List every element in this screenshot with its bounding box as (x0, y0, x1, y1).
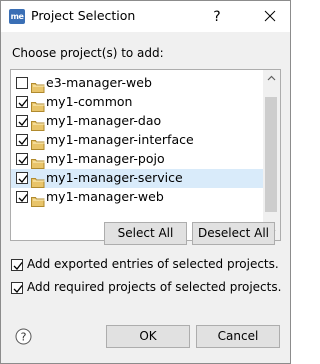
select-all-button[interactable]: Select All (104, 222, 187, 245)
project-checkbox[interactable] (16, 134, 28, 146)
window-title: Project Selection (31, 8, 136, 23)
project-checkbox[interactable] (16, 115, 28, 127)
list-item[interactable]: my1-manager-service (11, 169, 263, 188)
required-projects-checkbox[interactable] (11, 282, 23, 294)
checkmark-icon (13, 285, 23, 293)
project-name: e3-manager-web (46, 75, 152, 90)
project-name: my1-common (46, 94, 133, 109)
required-projects-label: Add required projects of selected projec… (27, 280, 282, 294)
prompt-label: Choose project(s) to add: (12, 46, 164, 60)
project-name: my1-manager-interface (46, 132, 194, 147)
list-item[interactable]: my1-manager-interface (11, 131, 263, 150)
question-mark-icon: ? (213, 9, 220, 25)
checkmark-icon (18, 118, 28, 126)
svg-text:?: ? (213, 9, 220, 25)
project-folder-icon (31, 78, 45, 93)
project-folder-icon (31, 116, 45, 131)
deselect-all-button[interactable]: Deselect All (192, 222, 275, 245)
list-item[interactable]: e3-manager-web (11, 74, 263, 93)
option-exported-entries[interactable]: Add exported entries of selected project… (11, 257, 286, 273)
project-name: my1-manager-web (46, 189, 164, 204)
help-circle-icon: ? (15, 328, 32, 345)
checkmark-icon (18, 175, 28, 183)
checkmark-icon (13, 262, 23, 270)
checkmark-icon (18, 156, 28, 164)
exported-entries-label: Add exported entries of selected project… (27, 257, 279, 271)
project-folder-icon (31, 173, 45, 188)
project-name: my1-manager-dao (46, 113, 162, 128)
chevron-up-icon (267, 75, 276, 81)
title-bar: me Project Selection ? (1, 1, 290, 32)
project-folder-icon (31, 97, 45, 112)
project-checkbox[interactable] (16, 191, 28, 203)
project-checkbox[interactable] (16, 77, 28, 89)
project-folder-icon (31, 192, 45, 207)
checkmark-icon (18, 194, 28, 202)
help-button[interactable]: ? (204, 5, 230, 27)
project-name: my1-manager-service (46, 170, 183, 185)
list-item[interactable]: my1-manager-dao (11, 112, 263, 131)
project-folder-icon (31, 154, 45, 169)
app-icon: me (9, 9, 25, 24)
project-name: my1-manager-pojo (46, 151, 165, 166)
option-required-projects[interactable]: Add required projects of selected projec… (11, 280, 286, 296)
project-selection-dialog: me Project Selection ? Choose project(s)… (0, 0, 291, 364)
vertical-scrollbar[interactable] (263, 70, 280, 240)
list-item[interactable]: my1-manager-web (11, 188, 263, 207)
project-list[interactable]: e3-manager-web my1-common my1-manager-dao m… (10, 69, 281, 241)
list-item[interactable]: my1-manager-pojo (11, 150, 263, 169)
project-folder-icon (31, 135, 45, 150)
checkmark-icon (18, 99, 28, 107)
close-icon (264, 10, 276, 22)
project-checkbox[interactable] (16, 153, 28, 165)
exported-entries-checkbox[interactable] (11, 259, 23, 271)
dialog-content: Choose project(s) to add: e3-manager-web… (1, 32, 290, 363)
cancel-button[interactable]: Cancel (196, 325, 280, 348)
project-checkbox[interactable] (16, 96, 28, 108)
scrollbar-thumb[interactable] (265, 97, 277, 212)
list-item[interactable]: my1-common (11, 93, 263, 112)
project-checkbox[interactable] (16, 172, 28, 184)
checkmark-icon (18, 137, 28, 145)
help-icon-button[interactable]: ? (15, 328, 32, 345)
ok-button[interactable]: OK (106, 325, 190, 348)
scroll-up-button[interactable] (263, 70, 280, 87)
svg-text:?: ? (21, 331, 27, 344)
close-button[interactable] (257, 5, 283, 27)
